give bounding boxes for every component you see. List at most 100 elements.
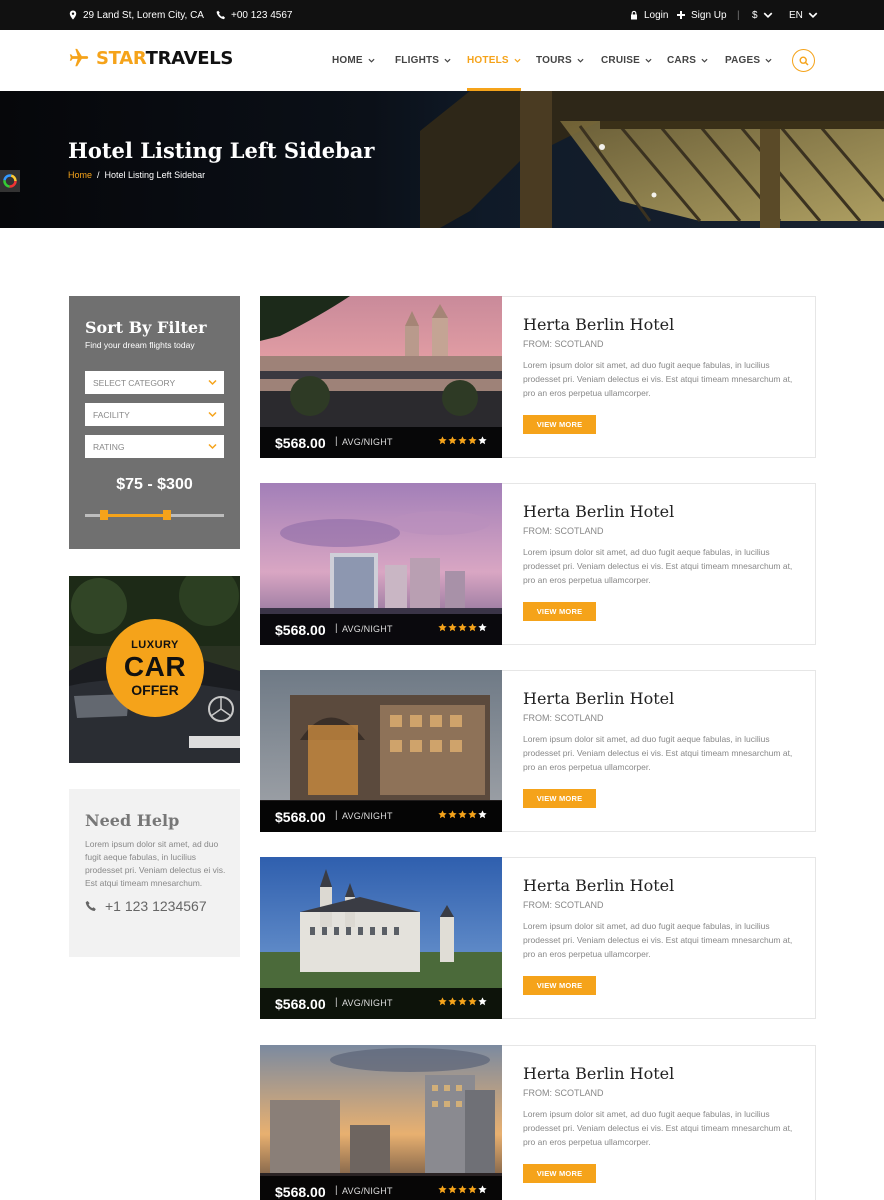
star-empty-icon — [478, 436, 487, 445]
filter-subtitle: Find your dream flights today — [85, 340, 195, 350]
view-more-button[interactable]: VIEW MORE — [523, 415, 596, 434]
hotel-price: $568.00 — [275, 1184, 326, 1200]
hotel-price: $568.00 — [275, 809, 326, 825]
help-title: Need Help — [85, 811, 180, 830]
price-range-value: $75 - $300 — [116, 476, 193, 493]
offer-line-2: CAR — [123, 650, 187, 682]
top-bar: 29 Land St, Lorem City, CA +00 123 4567 … — [0, 0, 884, 30]
nav-tours[interactable]: TOURS — [536, 30, 584, 91]
hotel-location: FROM: SCOTLAND — [523, 713, 604, 723]
price-range-slider[interactable] — [85, 510, 224, 520]
luxury-car-offer-banner[interactable]: LUXURY CAR OFFER — [69, 576, 240, 763]
star-empty-icon — [478, 1185, 487, 1194]
price-separator: | — [335, 623, 338, 634]
page-title: Hotel Listing Left Sidebar — [68, 138, 375, 163]
star-filled-icon — [438, 623, 447, 632]
star-filled-icon — [438, 436, 447, 445]
nav-label: PAGES — [725, 55, 761, 66]
hotel-location: FROM: SCOTLAND — [523, 526, 604, 536]
hotel-price: $568.00 — [275, 622, 326, 638]
star-filled-icon — [468, 623, 477, 632]
phone-info: +00 123 4567 — [216, 0, 292, 30]
price-bar: $568.00 | AVG/NIGHT — [260, 614, 502, 645]
login-label: Login — [644, 9, 669, 21]
hotel-image[interactable]: $568.00 | AVG/NIGHT — [260, 296, 502, 458]
hotel-card: $568.00 | AVG/NIGHT Herta Berlin Hotel F… — [260, 1045, 816, 1200]
nav-flights[interactable]: FLIGHTS — [395, 30, 451, 91]
star-filled-icon — [448, 997, 457, 1006]
star-rating — [438, 810, 487, 819]
need-help-panel: Need Help Lorem ipsum dolor sit amet, ad… — [69, 789, 240, 957]
language-dropdown[interactable]: EN — [789, 0, 818, 30]
nav-cruise[interactable]: CRUISE — [601, 30, 652, 91]
help-phone[interactable]: +1 123 1234567 — [85, 898, 207, 914]
chevron-down-icon — [763, 12, 772, 19]
hotel-card: $568.00 | AVG/NIGHT Herta Berlin Hotel F… — [260, 670, 816, 832]
star-filled-icon — [438, 1185, 447, 1194]
site-logo[interactable]: STARTRAVELS — [68, 47, 233, 69]
star-filled-icon — [448, 1185, 457, 1194]
category-select-value: SELECT CATEGORY — [93, 377, 176, 388]
car-offer-badge: LUXURY CAR OFFER — [106, 619, 204, 717]
nav-hotels[interactable]: HOTELS — [467, 30, 521, 91]
color-wheel-icon — [3, 174, 17, 188]
hotel-name[interactable]: Herta Berlin Hotel — [523, 502, 674, 521]
hotel-image[interactable]: $568.00 | AVG/NIGHT — [260, 670, 502, 832]
hotel-location: FROM: SCOTLAND — [523, 339, 604, 349]
price-bar: $568.00 | AVG/NIGHT — [260, 988, 502, 1019]
view-more-button[interactable]: VIEW MORE — [523, 976, 596, 995]
price-unit: AVG/NIGHT — [342, 811, 393, 821]
view-more-button[interactable]: VIEW MORE — [523, 1164, 596, 1183]
address-text: 29 Land St, Lorem City, CA — [83, 9, 204, 21]
slider-fill — [104, 514, 167, 517]
rating-select[interactable]: RATING — [85, 435, 224, 458]
price-bar: $568.00 | AVG/NIGHT — [260, 427, 502, 458]
price-bar: $568.00 | AVG/NIGHT — [260, 801, 502, 832]
chevron-down-icon — [645, 58, 652, 63]
hotel-image[interactable]: $568.00 | AVG/NIGHT — [260, 857, 502, 1019]
view-more-button[interactable]: VIEW MORE — [523, 602, 596, 621]
hotel-image[interactable]: $568.00 | AVG/NIGHT — [260, 1045, 502, 1200]
currency-dropdown[interactable]: $ — [752, 0, 773, 30]
breadcrumb-current: Hotel Listing Left Sidebar — [104, 170, 206, 180]
color-switcher-button[interactable] — [0, 170, 20, 192]
phone-text: +00 123 4567 — [231, 9, 293, 21]
slider-handle-min[interactable] — [100, 510, 109, 520]
star-rating — [438, 997, 487, 1006]
price-unit: AVG/NIGHT — [342, 998, 393, 1008]
phone-icon — [216, 10, 225, 20]
hotel-name[interactable]: Herta Berlin Hotel — [523, 315, 674, 334]
logo-text-star: STAR — [96, 47, 146, 69]
nav-pages[interactable]: PAGES — [725, 30, 772, 91]
hotel-name[interactable]: Herta Berlin Hotel — [523, 689, 674, 708]
chevron-down-icon — [577, 58, 584, 63]
hotel-image[interactable]: $568.00 | AVG/NIGHT — [260, 483, 502, 645]
chevron-down-icon — [701, 58, 708, 63]
hotel-description: Lorem ipsum dolor sit amet, ad duo fugit… — [523, 360, 793, 398]
search-button[interactable] — [792, 49, 815, 72]
view-more-button[interactable]: VIEW MORE — [523, 789, 596, 808]
hotel-name[interactable]: Herta Berlin Hotel — [523, 1064, 674, 1083]
nav-home[interactable]: HOME — [332, 30, 375, 91]
star-empty-icon — [478, 810, 487, 819]
breadcrumb-home[interactable]: Home — [68, 170, 92, 180]
help-text: Lorem ipsum dolor sit amet, ad duo fugit… — [85, 839, 226, 888]
hotel-name[interactable]: Herta Berlin Hotel — [523, 876, 674, 895]
breadcrumb-separator: / — [97, 170, 100, 180]
star-filled-icon — [448, 623, 457, 632]
language-label: EN — [789, 9, 803, 21]
star-rating — [438, 436, 487, 445]
nav-cars[interactable]: CARS — [667, 30, 708, 91]
star-empty-icon — [478, 623, 487, 632]
signup-link[interactable]: Sign Up — [676, 0, 727, 30]
hotel-card: $568.00 | AVG/NIGHT Herta Berlin Hotel F… — [260, 483, 816, 645]
slider-handle-max[interactable] — [163, 510, 171, 520]
location-pin-icon — [69, 10, 77, 20]
filter-title: Sort By Filter — [85, 318, 207, 337]
facility-select[interactable]: FACILITY — [85, 403, 224, 426]
chevron-down-icon — [808, 12, 818, 19]
price-unit: AVG/NIGHT — [342, 437, 393, 447]
category-select[interactable]: SELECT CATEGORY — [85, 371, 224, 394]
star-filled-icon — [438, 997, 447, 1006]
login-link[interactable]: Login — [629, 0, 668, 30]
